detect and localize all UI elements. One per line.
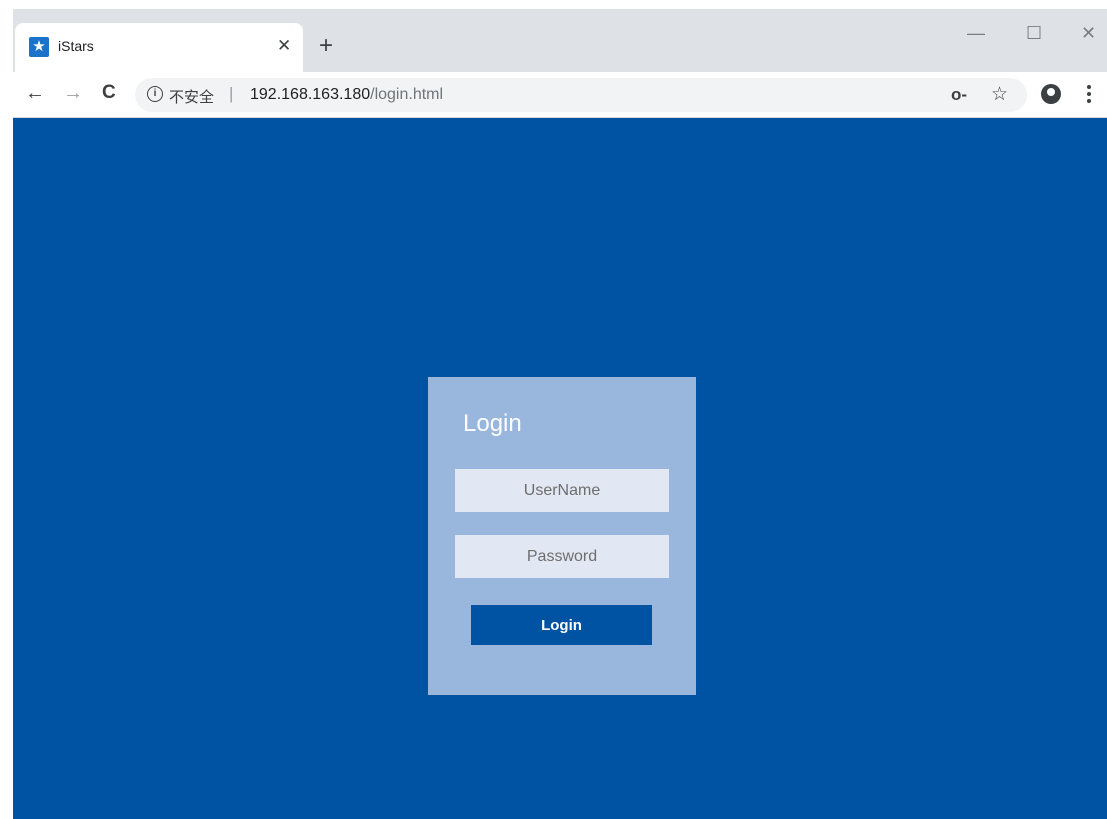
close-window-button[interactable]: ✕	[1081, 23, 1096, 44]
key-icon[interactable]: o-	[951, 85, 967, 105]
forward-button[interactable]: →	[63, 82, 83, 105]
separator: |	[229, 84, 234, 103]
maximize-button[interactable]: ☐	[1026, 23, 1042, 44]
security-label[interactable]: 不安全	[169, 86, 214, 107]
login-button[interactable]: Login	[471, 605, 652, 645]
back-button[interactable]: ←	[25, 82, 45, 105]
browser-tab[interactable]: ★ iStars ✕	[15, 23, 303, 72]
login-title: Login	[463, 410, 522, 437]
url-host: 192.168.163.180	[250, 86, 371, 103]
browser-toolbar: ← → C i 不安全 | 192.168.163.180/login.html…	[13, 72, 1107, 118]
minimize-button[interactable]: —	[967, 23, 985, 44]
url-path: /login.html	[370, 86, 444, 103]
menu-icon[interactable]	[1087, 85, 1091, 103]
close-icon[interactable]: ✕	[277, 36, 291, 56]
browser-window: ★ iStars ✕ + — ☐ ✕ ← → C i 不安全 | 192.168…	[13, 9, 1107, 819]
address-bar[interactable]: i 不安全 | 192.168.163.180/login.html o- ☆	[135, 78, 1027, 112]
new-tab-button[interactable]: +	[319, 34, 333, 58]
username-input[interactable]	[455, 469, 669, 512]
url-text[interactable]: 192.168.163.180/login.html	[250, 86, 443, 104]
tab-strip: ★ iStars ✕ + — ☐ ✕	[13, 9, 1107, 72]
star-icon: ★	[29, 37, 49, 57]
bookmark-star-icon[interactable]: ☆	[991, 83, 1008, 106]
page-viewport: Login Login	[13, 118, 1107, 819]
reload-button[interactable]: C	[102, 82, 116, 104]
profile-icon[interactable]	[1041, 84, 1061, 104]
info-icon[interactable]: i	[147, 86, 163, 102]
tab-title: iStars	[58, 38, 94, 54]
login-card: Login Login	[428, 377, 696, 695]
password-input[interactable]	[455, 535, 669, 578]
